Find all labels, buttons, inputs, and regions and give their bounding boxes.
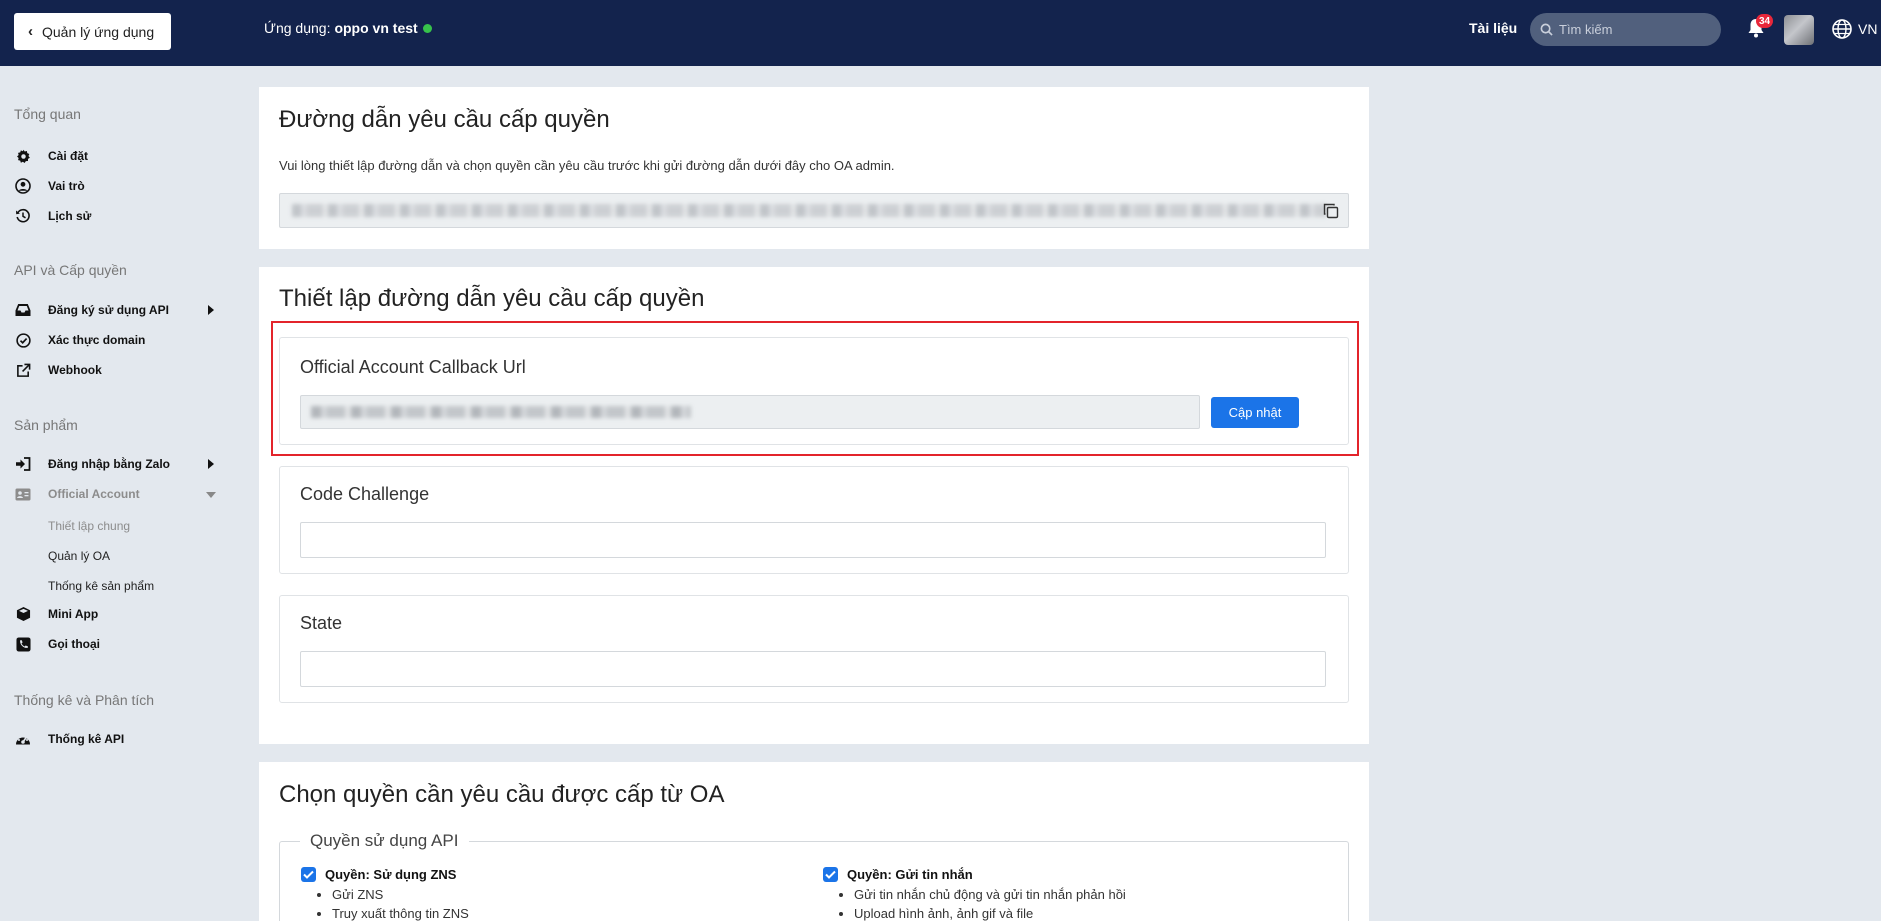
sidebar-item-label: Official Account	[48, 487, 140, 501]
app-name: oppo vn test	[334, 20, 418, 36]
status-dot-icon	[422, 23, 432, 33]
permission-detail: Gửi ZNS	[332, 885, 469, 904]
sidebar-item-label: Vai trò	[48, 179, 85, 193]
caret-right-icon	[208, 305, 214, 315]
sidebar-section-api: API và Cấp quyền	[14, 262, 127, 278]
sidebar-section-products: Sản phẩm	[14, 417, 78, 433]
permission-link-title: Đường dẫn yêu cầu cấp quyền	[279, 106, 610, 133]
sidebar-item-label: Gọi thoại	[48, 637, 100, 651]
sidebar-item-label: Thống kê API	[48, 732, 125, 746]
search-input[interactable]	[1559, 22, 1709, 37]
sidebar-subitem-general-settings[interactable]: Thiết lập chung	[48, 519, 130, 533]
api-permissions-legend: Quyền sử dụng API	[300, 831, 470, 851]
setup-panel: Thiết lập đường dẫn yêu cầu cấp quyền Of…	[259, 267, 1369, 744]
update-button[interactable]: Cập nhật	[1211, 397, 1299, 428]
user-circle-icon	[14, 177, 32, 195]
top-bar: ‹ Quản lý ứng dụng Ứng dụng: oppo vn tes…	[0, 0, 1881, 66]
search-icon	[1540, 23, 1553, 36]
permission-link-url-field[interactable]	[279, 193, 1349, 228]
permissions-panel: Chọn quyền cần yêu cầu được cấp từ OA Qu…	[259, 762, 1369, 921]
state-card: State	[279, 595, 1349, 703]
chevron-left-icon: ‹	[28, 23, 33, 40]
phone-icon	[14, 635, 32, 653]
external-link-icon	[14, 361, 32, 379]
sidebar-item-history[interactable]: Lịch sử	[14, 204, 224, 228]
state-label: State	[300, 613, 343, 633]
sidebar-item-label: Xác thực domain	[48, 333, 146, 347]
checkmark-icon	[825, 870, 836, 879]
app-title: Ứng dụng: oppo vn test	[264, 20, 432, 36]
sidebar-item-label: Cài đặt	[48, 149, 89, 163]
code-challenge-label: Code Challenge	[300, 484, 430, 504]
sidebar: Tổng quan Cài đặt Vai trò Lịch sử API và…	[0, 66, 240, 921]
sidebar-item-voice-call[interactable]: Gọi thoại	[14, 632, 224, 656]
sidebar-item-webhook[interactable]: Webhook	[14, 358, 224, 382]
id-card-icon	[14, 485, 32, 503]
search-box[interactable]	[1530, 13, 1721, 46]
setup-title: Thiết lập đường dẫn yêu cầu cấp quyền	[279, 285, 705, 312]
sidebar-item-label: Mini App	[48, 607, 99, 621]
permission-link-panel: Đường dẫn yêu cầu cấp quyền Vui lòng thi…	[259, 87, 1369, 249]
copy-icon[interactable]	[1322, 202, 1340, 220]
permission-label: Quyền: Sử dụng ZNS	[325, 867, 457, 882]
permission-detail: Gửi tin nhắn chủ động và gửi tin nhắn ph…	[854, 885, 1126, 904]
state-input[interactable]	[300, 651, 1326, 687]
sidebar-item-api-stats[interactable]: Thống kê API	[14, 727, 224, 751]
permission-link-description: Vui lòng thiết lập đường dẫn và chọn quy…	[279, 158, 895, 173]
sidebar-item-zalo-login[interactable]: Đăng nhập bằng Zalo	[14, 452, 224, 476]
permissions-title: Chọn quyền cần yêu cầu được cấp từ OA	[279, 781, 725, 808]
sidebar-section-analytics: Thống kê và Phân tích	[14, 692, 155, 708]
globe-icon[interactable]	[1831, 18, 1853, 40]
sidebar-item-label: Webhook	[48, 363, 102, 377]
sidebar-item-mini-app[interactable]: Mini App	[14, 602, 224, 626]
language-selector[interactable]: VN	[1858, 21, 1877, 37]
caret-down-icon	[206, 492, 216, 498]
permission-detail: Upload hình ảnh, ảnh gif và file	[854, 904, 1126, 921]
docs-link[interactable]: Tài liệu	[1469, 20, 1517, 36]
back-button-label: Quản lý ứng dụng	[42, 23, 155, 40]
back-to-apps-button[interactable]: ‹ Quản lý ứng dụng	[14, 13, 171, 50]
sidebar-subitem-product-stats[interactable]: Thống kê sản phẩm	[48, 579, 154, 593]
permission-detail: Truy xuất thông tin ZNS	[332, 904, 469, 921]
sidebar-section-overview: Tổng quan	[14, 106, 81, 122]
app-title-prefix: Ứng dụng:	[264, 20, 331, 36]
sidebar-subitem-manage-oa[interactable]: Quản lý OA	[48, 549, 110, 563]
messaging-checkbox[interactable]	[823, 867, 838, 882]
caret-right-icon	[208, 459, 214, 469]
sidebar-item-label: Đăng ký sử dụng API	[48, 303, 169, 317]
callback-url-card: Official Account Callback Url Cập nhật	[279, 337, 1349, 445]
sidebar-item-domain-verification[interactable]: Xác thực domain	[14, 328, 224, 352]
sidebar-item-settings[interactable]: Cài đặt	[14, 144, 224, 168]
history-icon	[14, 207, 32, 225]
permission-label: Quyền: Gửi tin nhắn	[847, 867, 973, 882]
sidebar-item-official-account[interactable]: Official Account	[14, 482, 224, 506]
api-permissions-group: Quyền sử dụng API Quyền: Sử dụng ZNS Gửi…	[279, 831, 1349, 921]
check-circle-icon	[14, 331, 32, 349]
notification-badge: 34	[1756, 14, 1774, 28]
cube-icon	[14, 605, 32, 623]
permission-messaging: Quyền: Gửi tin nhắn Gửi tin nhắn chủ độn…	[823, 867, 1126, 921]
sidebar-item-label: Đăng nhập bằng Zalo	[48, 457, 170, 471]
code-challenge-card: Code Challenge	[279, 466, 1349, 574]
checkmark-icon	[303, 870, 314, 879]
inbox-icon	[14, 301, 32, 319]
dashboard-icon	[14, 730, 32, 748]
sidebar-item-api-registration[interactable]: Đăng ký sử dụng API	[14, 298, 224, 322]
zns-checkbox[interactable]	[301, 867, 316, 882]
redacted-callback-url	[311, 406, 691, 418]
sidebar-item-roles[interactable]: Vai trò	[14, 174, 224, 198]
callback-url-label: Official Account Callback Url	[300, 357, 526, 377]
code-challenge-input[interactable]	[300, 522, 1326, 558]
avatar[interactable]	[1784, 15, 1814, 45]
callback-url-input[interactable]	[300, 395, 1200, 429]
redacted-url	[292, 204, 1327, 217]
sign-in-icon	[14, 455, 32, 473]
permission-zns: Quyền: Sử dụng ZNS Gửi ZNS Truy xuất thô…	[301, 867, 469, 921]
sidebar-item-label: Lịch sử	[48, 209, 92, 223]
gear-icon	[14, 147, 32, 165]
